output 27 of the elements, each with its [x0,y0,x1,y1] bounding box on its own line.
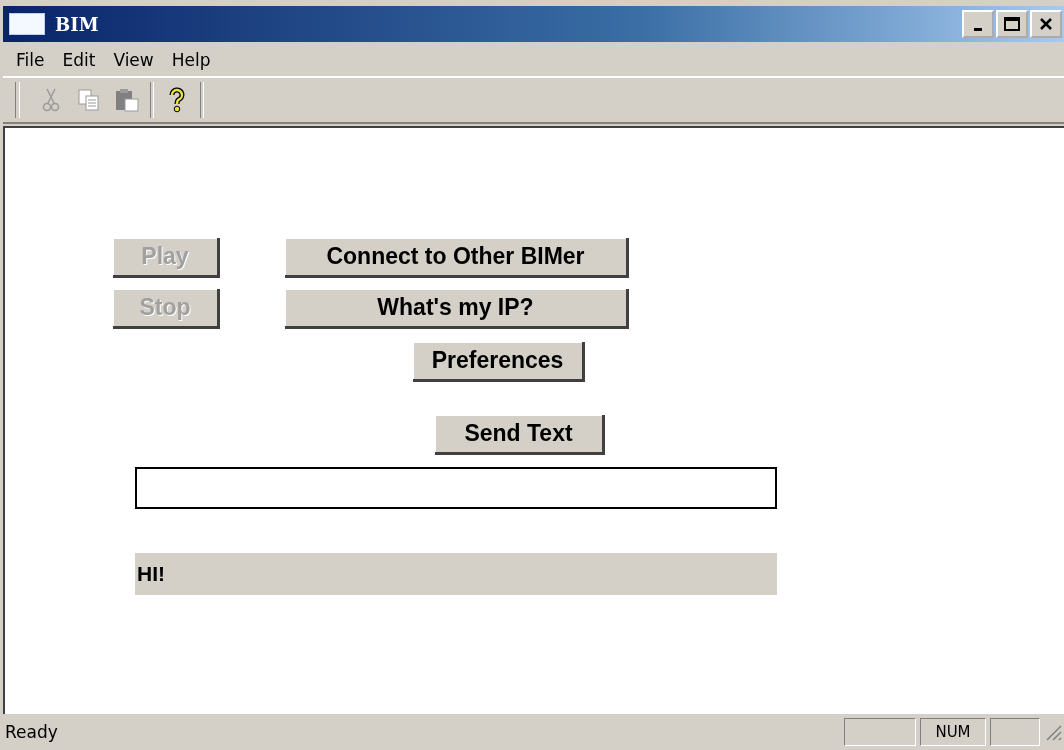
resize-grip-icon [1044,723,1062,741]
menu-item[interactable]: View [104,48,163,72]
minimize-button[interactable] [962,10,994,38]
close-icon [1039,17,1053,31]
menu-item[interactable]: Help [162,48,220,72]
status-pane [844,718,916,746]
message-display: HI! [135,553,777,595]
menu-item[interactable]: File [7,48,54,72]
close-button[interactable] [1030,10,1062,38]
app-icon [9,13,45,35]
push-button[interactable]: Connect to Other BIMer [285,238,629,278]
push-button[interactable]: What's my IP? [285,289,629,329]
copy-icon [77,88,101,112]
menu-item[interactable]: Edit [53,48,105,72]
status-pane [990,718,1040,746]
scissors-icon [42,87,60,113]
status-text: Ready [4,722,59,742]
push-button[interactable]: Send Text [435,415,605,455]
clipboard-icon [114,87,140,113]
minimize-icon [974,27,982,31]
maximize-button[interactable] [996,10,1028,38]
maximize-icon [1004,17,1020,31]
status-indicator: NUM [920,718,986,746]
help-icon [168,86,186,114]
push-button[interactable]: Preferences [413,342,585,382]
message-field[interactable] [135,467,777,509]
window-title: BIM [55,13,100,35]
